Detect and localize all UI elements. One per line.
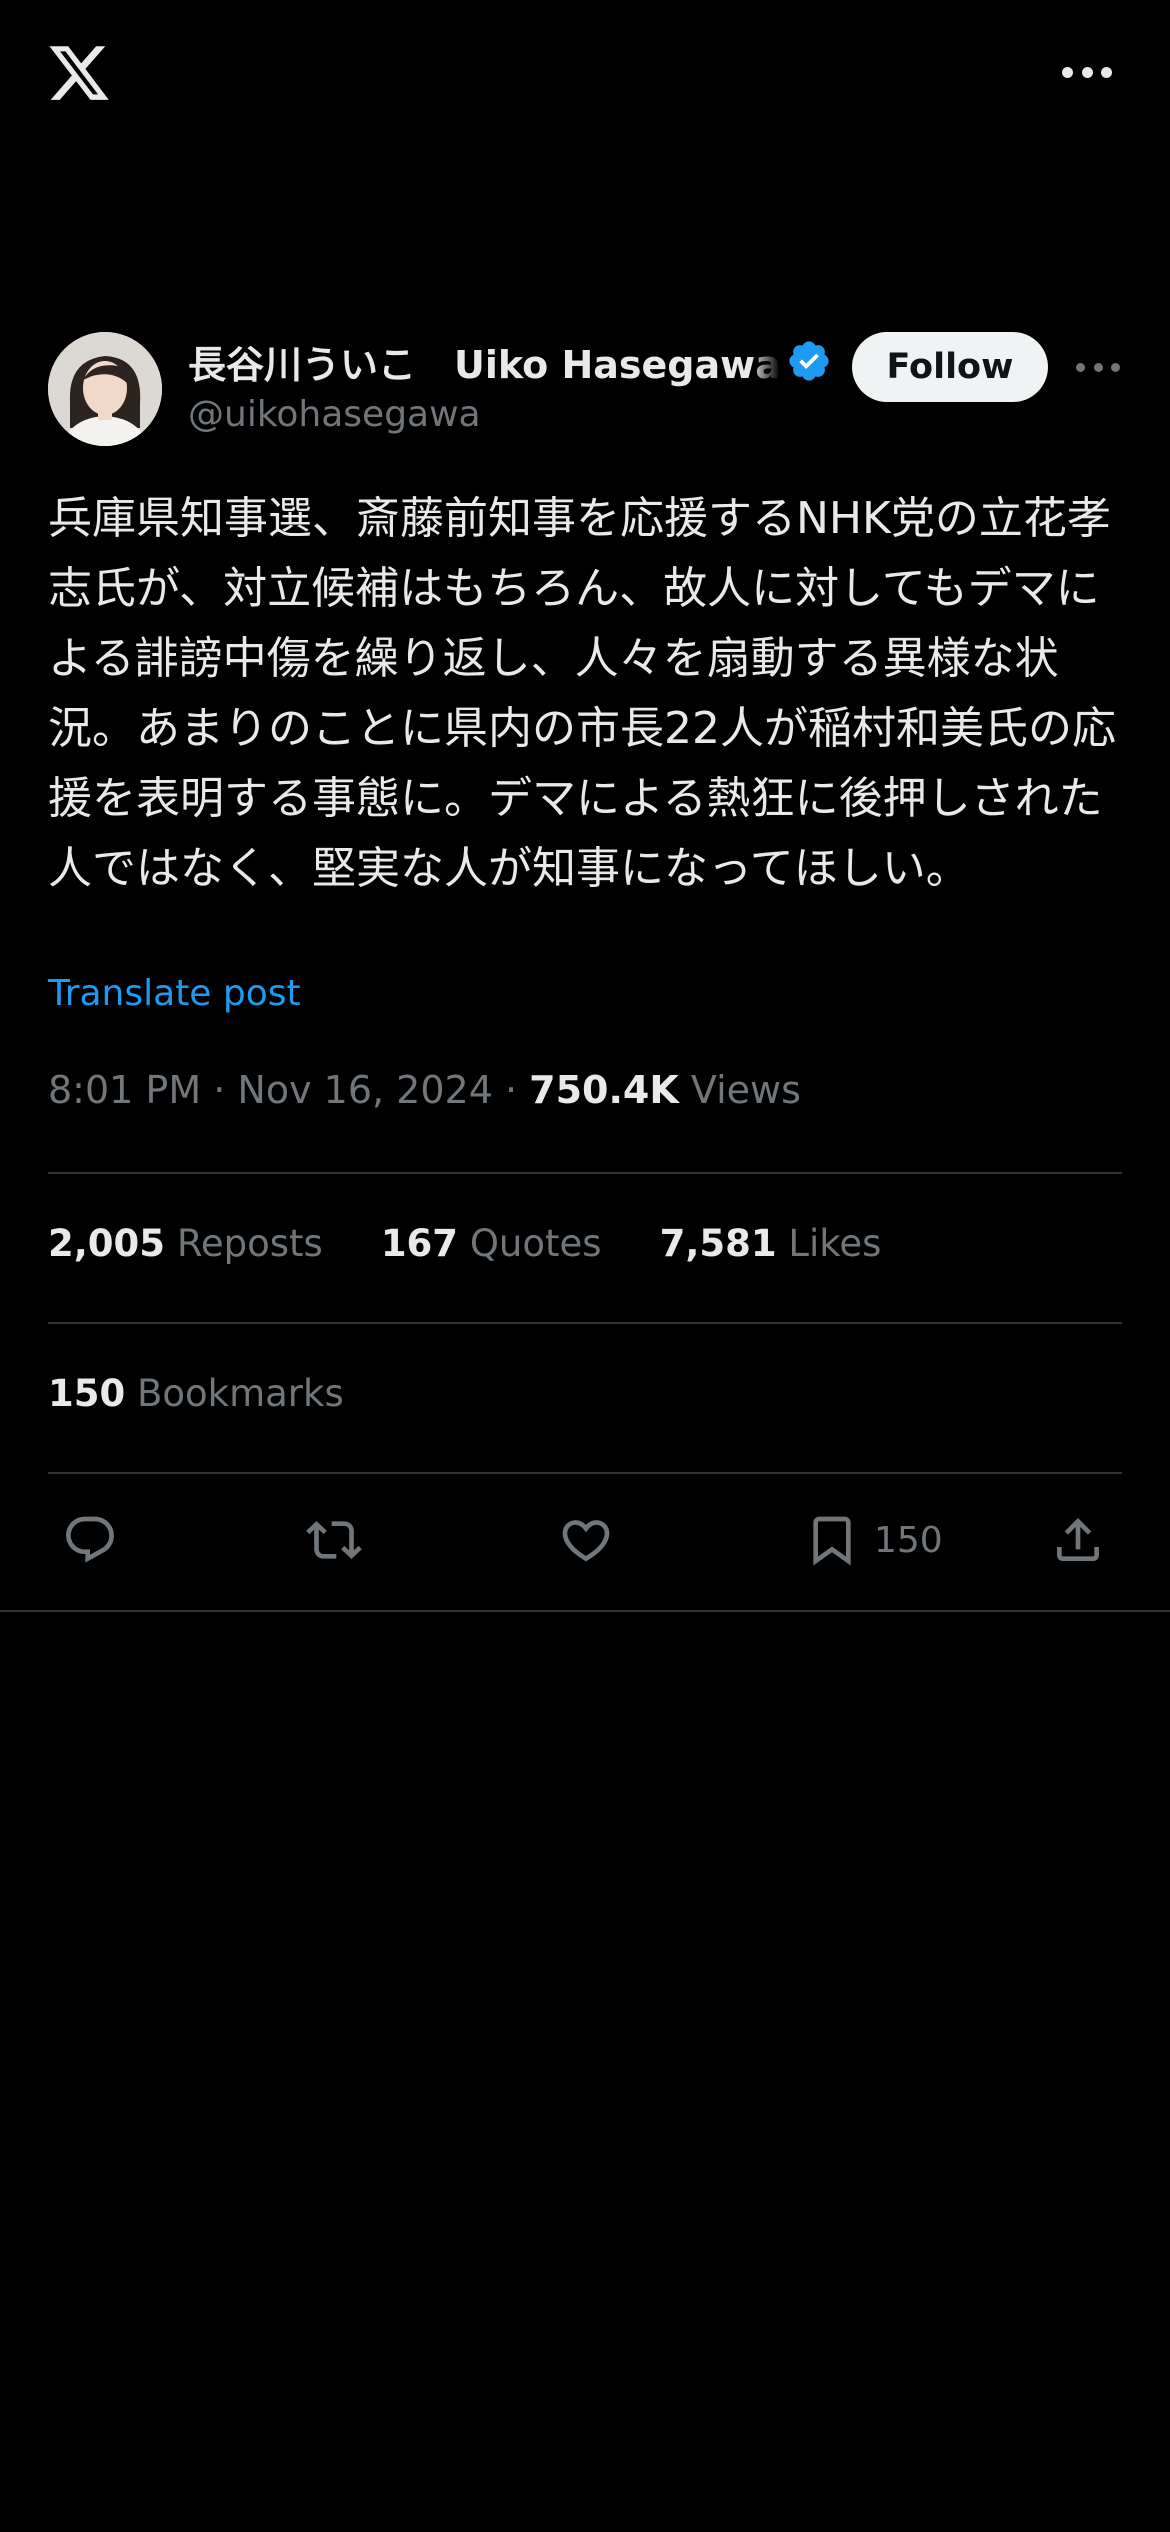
views-count: 750.4K xyxy=(529,1068,679,1112)
likes-stat[interactable]: 7,581 Likes xyxy=(660,1222,882,1265)
translate-post-link[interactable]: Translate post xyxy=(48,973,301,1014)
likes-count: 7,581 xyxy=(659,1222,777,1265)
author-handle[interactable]: @uikohasegawa xyxy=(188,394,868,435)
divider xyxy=(48,1172,1122,1174)
share-icon xyxy=(1057,1518,1099,1561)
meta-separator: · xyxy=(504,1068,518,1112)
x-logo-icon[interactable] xyxy=(46,40,112,106)
divider xyxy=(0,1610,1170,1612)
repost-icon xyxy=(306,1521,362,1559)
post-detail-page: 長谷川ういこ Uiko Hasegawa @uikohasegawa Follo… xyxy=(0,0,1170,2532)
meta-separator: · xyxy=(213,1068,226,1112)
like-button[interactable] xyxy=(558,1510,614,1570)
display-name-row: 長谷川ういこ Uiko Hasegawa xyxy=(188,332,868,390)
engagement-stats: 2,005 Reposts 167 Quotes 7,581 Likes xyxy=(48,1222,939,1265)
bookmarks-stat[interactable]: 150 Bookmarks xyxy=(48,1372,344,1415)
post-date[interactable]: Nov 16, 2024 xyxy=(237,1068,492,1112)
bookmarks-count: 150 xyxy=(48,1372,126,1415)
views-label: Views xyxy=(690,1068,801,1112)
bookmark-icon xyxy=(813,1516,851,1566)
bookmarks-label: Bookmarks xyxy=(137,1372,344,1415)
like-icon xyxy=(562,1520,610,1562)
post-text: 兵庫県知事選、斎藤前知事を応援するNHK党の立花孝志氏が、対立候補はもちろん、故… xyxy=(48,493,1116,894)
quotes-label: Quotes xyxy=(469,1222,602,1265)
post-time[interactable]: 8:01 PM xyxy=(48,1068,201,1112)
post-author: 長谷川ういこ Uiko Hasegawa @uikohasegawa Follo… xyxy=(48,332,1122,450)
post-more-icon[interactable] xyxy=(1076,352,1120,382)
more-horizontal-icon[interactable] xyxy=(1062,56,1112,88)
reposts-count: 2,005 xyxy=(48,1222,166,1265)
likes-label: Likes xyxy=(788,1222,882,1265)
repost-button[interactable] xyxy=(306,1510,362,1570)
quotes-stat[interactable]: 167 Quotes xyxy=(381,1222,602,1265)
verified-badge-icon xyxy=(789,341,829,381)
bookmark-button[interactable]: 150 xyxy=(804,1510,943,1570)
reposts-stat[interactable]: 2,005 Reposts xyxy=(48,1222,323,1265)
divider xyxy=(48,1322,1122,1324)
reposts-label: Reposts xyxy=(176,1222,323,1265)
reply-icon xyxy=(66,1516,114,1563)
quotes-count: 167 xyxy=(380,1222,459,1265)
divider xyxy=(48,1472,1122,1474)
reply-button[interactable] xyxy=(62,1510,118,1570)
author-names: 長谷川ういこ Uiko Hasegawa @uikohasegawa xyxy=(188,332,868,435)
top-bar xyxy=(0,0,1170,150)
display-name[interactable]: 長谷川ういこ Uiko Hasegawa xyxy=(188,334,780,389)
share-button[interactable] xyxy=(1050,1510,1106,1570)
follow-button[interactable]: Follow xyxy=(852,332,1048,402)
avatar[interactable] xyxy=(48,332,162,446)
post-metadata: 8:01 PM · Nov 16, 2024 · 750.4K Views xyxy=(48,1068,801,1112)
bookmark-count: 150 xyxy=(874,1519,943,1561)
